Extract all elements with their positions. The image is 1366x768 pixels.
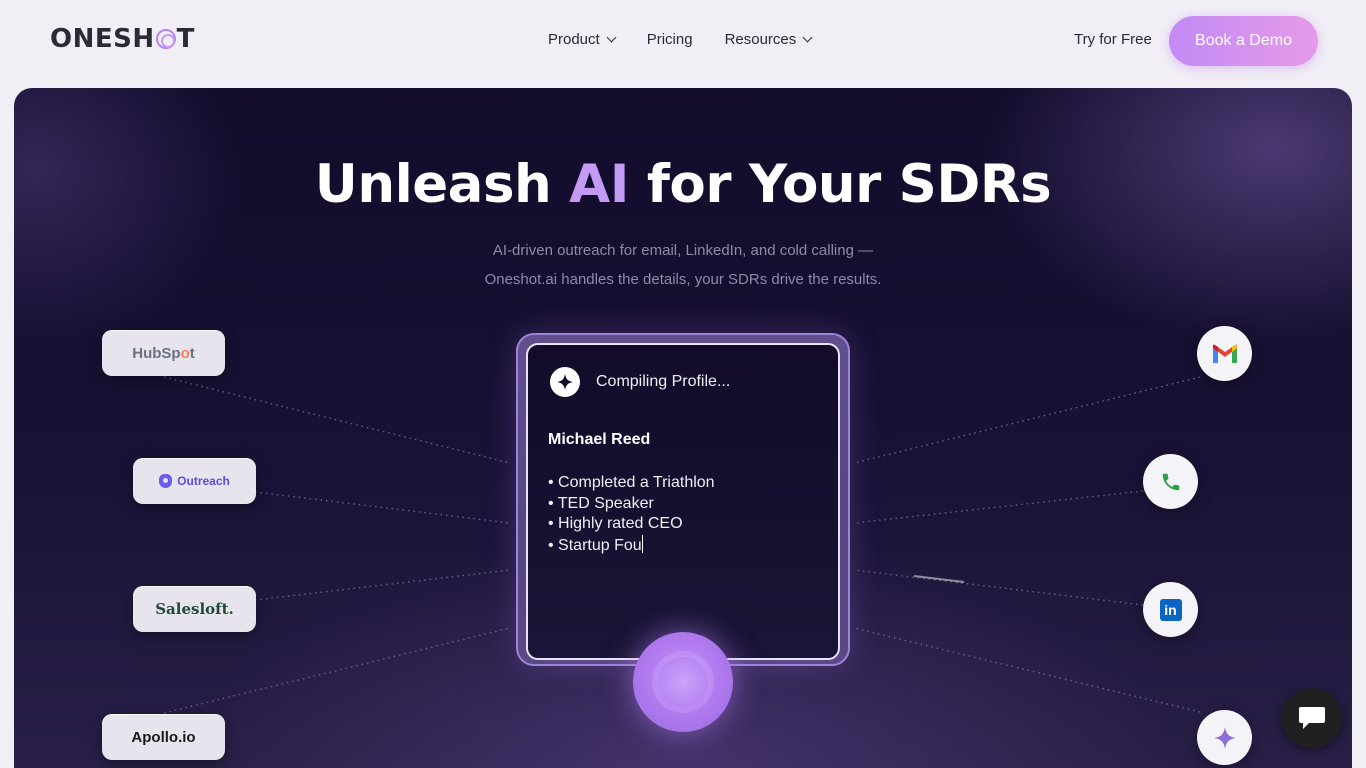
profile-name: Michael Reed — [548, 431, 651, 448]
hero-title-pre: Unleash — [314, 154, 570, 215]
profile-card-frame: Compiling Profile... Michael Reed Comple… — [516, 333, 850, 666]
logo-ring-icon — [155, 29, 176, 49]
menu-resources[interactable]: Resources — [724, 31, 813, 48]
outreach-shield-icon — [159, 474, 173, 488]
ai-sparkle-channel[interactable] — [1197, 710, 1252, 765]
chat-widget-button[interactable] — [1282, 688, 1342, 748]
gmail-channel[interactable] — [1197, 326, 1252, 381]
hero-title-accent: AI — [569, 154, 629, 215]
menu-pricing[interactable]: Pricing — [647, 31, 693, 48]
outreach-text: Outreach — [177, 474, 230, 488]
text-cursor — [641, 535, 643, 554]
try-for-free-link[interactable]: Try for Free — [1074, 31, 1152, 48]
outreach-logo[interactable]: Outreach — [133, 458, 256, 504]
salesloft-logo[interactable]: Salesloft. — [133, 586, 256, 632]
menu-resources-label: Resources — [724, 31, 797, 48]
connector-line — [853, 490, 1144, 524]
profile-facts: Completed a Triathlon TED Speaker Highly… — [548, 473, 715, 557]
ai-orb — [633, 632, 733, 732]
connector-line — [853, 627, 1201, 713]
salesloft-text: Salesloft. — [155, 600, 234, 618]
logo-text-start: ONESH — [50, 24, 155, 54]
logo-text-end: T — [176, 24, 195, 54]
compiling-status: Compiling Profile... — [596, 373, 731, 390]
chat-bubble-icon — [1299, 707, 1325, 729]
profile-fact: Completed a Triathlon — [548, 473, 715, 494]
main-menu: Product Pricing Resources — [548, 31, 813, 48]
chevron-down-icon — [606, 32, 617, 43]
hubspot-text-pre: HubSp — [132, 344, 181, 362]
profile-fact: TED Speaker — [548, 494, 715, 515]
connector-line — [254, 569, 511, 601]
connector-line — [254, 491, 511, 524]
hero-title-post: for Your SDRs — [628, 154, 1052, 215]
book-demo-button[interactable]: Book a Demo — [1169, 16, 1318, 66]
profile-card: Compiling Profile... Michael Reed Comple… — [526, 343, 840, 660]
hero-subtitle-line2: Oneshot.ai handles the details, your SDR… — [484, 271, 882, 288]
apollo-logo[interactable]: Apollo.io — [102, 714, 225, 760]
linkedin-icon: in — [1159, 598, 1182, 621]
menu-product-label: Product — [548, 31, 600, 48]
phone-channel[interactable] — [1143, 454, 1198, 509]
hero-section: Unleash AI for Your SDRs AI-driven outre… — [14, 88, 1352, 768]
connector-line — [163, 376, 511, 464]
apollo-text: Apollo.io — [131, 728, 196, 746]
sparkle-icon — [1213, 726, 1236, 749]
connector-line — [853, 376, 1201, 464]
chevron-down-icon — [802, 32, 813, 43]
light-streak — [913, 575, 965, 583]
oneshot-logo[interactable]: ONESH T — [50, 24, 195, 54]
profile-fact: Highly rated CEO — [548, 514, 715, 535]
sparkle-icon — [550, 367, 580, 397]
connector-line — [853, 569, 1144, 606]
profile-fact: Startup Fou — [558, 537, 642, 555]
phone-icon — [1162, 473, 1179, 490]
hero-title: Unleash AI for Your SDRs — [14, 154, 1352, 215]
hubspot-text-post: t — [189, 344, 195, 362]
menu-pricing-label: Pricing — [646, 31, 693, 48]
gmail-icon — [1212, 344, 1237, 363]
connector-line — [163, 627, 511, 714]
top-nav: ONESH T Product Pricing Resources Try for… — [0, 0, 1366, 82]
hubspot-sprocket: o — [180, 344, 190, 362]
hero-subtitle: AI-driven outreach for email, LinkedIn, … — [14, 236, 1352, 294]
linkedin-channel[interactable]: in — [1143, 582, 1198, 637]
hero-subtitle-line1: AI-driven outreach for email, LinkedIn, … — [492, 242, 874, 259]
menu-product[interactable]: Product — [548, 31, 617, 48]
profile-fact-typing: Startup Fou — [548, 535, 715, 557]
hubspot-logo[interactable]: HubSp o t — [102, 330, 225, 376]
